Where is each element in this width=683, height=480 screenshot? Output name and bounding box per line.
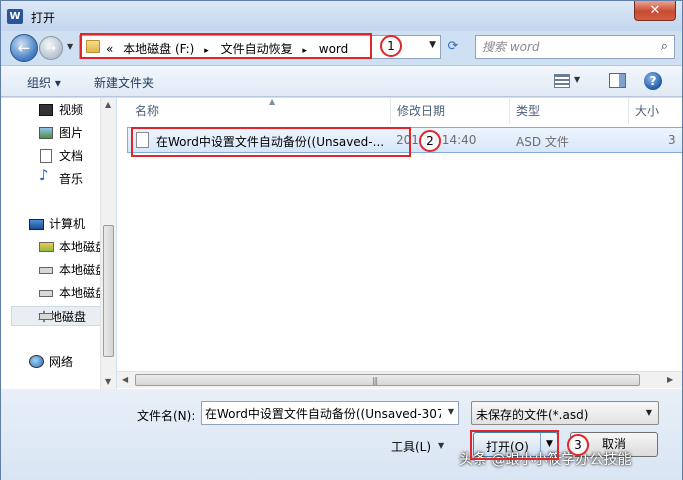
drive-icon xyxy=(39,267,53,274)
nav-item-computer[interactable]: 计算机 xyxy=(49,214,85,234)
annotation-number-2: 2 xyxy=(419,130,441,152)
picture-library-icon xyxy=(39,127,53,139)
new-folder-button[interactable]: 新建文件夹 xyxy=(94,74,154,91)
back-button[interactable]: ← xyxy=(10,34,38,62)
drive-icon xyxy=(39,313,53,320)
horizontal-scrollbar-thumb[interactable]: ||| xyxy=(135,374,640,386)
tools-button[interactable]: 工具(L) xyxy=(391,438,431,455)
horizontal-scrollbar[interactable]: ◀ ||| ▶ xyxy=(117,371,682,388)
navigation-pane: 视频 图片 文档 ♪ 音乐 计算机 本地磁盘 本地磁盘 本地磁盘 本地磁盘 网络… xyxy=(1,98,116,389)
navigation-scrollbar-thumb[interactable] xyxy=(103,225,114,357)
filename-label: 文件名(N): xyxy=(137,409,196,423)
view-options-icon[interactable] xyxy=(554,74,570,88)
address-dropdown-icon[interactable]: ▼ xyxy=(429,40,436,50)
scroll-right-icon[interactable]: ▶ xyxy=(667,375,673,384)
nav-item-documents[interactable]: 文档 xyxy=(59,146,83,166)
file-size: 3 xyxy=(668,133,676,147)
system-drive-icon xyxy=(39,242,54,252)
command-bar: 组织 ▾ 新建文件夹 ▼ ? xyxy=(1,65,682,97)
nav-item-pictures[interactable]: 图片 xyxy=(59,123,83,143)
title-bar: W 打开 ✕ xyxy=(1,1,682,31)
annotation-box-file xyxy=(131,127,411,157)
navigation-scrollbar[interactable]: ▲ ▼ xyxy=(100,98,116,389)
annotation-box-open xyxy=(470,430,559,460)
forward-button[interactable]: → xyxy=(39,36,63,60)
filename-combobox[interactable]: ▼ xyxy=(201,401,459,425)
column-header-modified[interactable]: 修改日期 xyxy=(391,98,510,124)
search-input[interactable] xyxy=(482,39,647,55)
preview-pane-icon[interactable] xyxy=(609,73,626,88)
close-button[interactable]: ✕ xyxy=(634,1,676,21)
word-app-icon: W xyxy=(7,9,23,24)
open-file-dialog: W 打开 ✕ ← → ▼ « 本地磁盘 (F:) ▸ 文件自动恢复 ▸ word… xyxy=(0,0,683,480)
organize-button[interactable]: 组织 ▾ xyxy=(27,74,61,91)
video-library-icon xyxy=(39,104,53,116)
column-name-label: 名称 xyxy=(135,104,160,118)
column-header-size[interactable]: 大小 xyxy=(629,98,682,124)
refresh-icon[interactable]: ⟳ xyxy=(443,39,463,57)
filetype-dropdown-icon: ▼ xyxy=(645,408,652,417)
filename-input[interactable] xyxy=(205,405,441,421)
music-library-icon: ♪ xyxy=(39,166,49,184)
search-icon[interactable]: ⌕ xyxy=(661,39,668,54)
window-title: 打开 xyxy=(31,11,56,25)
nav-item-drive-f[interactable]: 本地磁盘 xyxy=(11,306,101,326)
filetype-value: 未保存的文件(*.asd) xyxy=(476,408,589,422)
filename-dropdown-icon[interactable]: ▼ xyxy=(448,407,454,416)
document-library-icon xyxy=(40,149,52,163)
nav-item-videos[interactable]: 视频 xyxy=(59,100,83,120)
annotation-box-address xyxy=(80,33,372,59)
drive-icon xyxy=(39,290,53,297)
history-dropdown-icon[interactable]: ▼ xyxy=(67,42,73,51)
file-type: ASD 文件 xyxy=(516,135,569,149)
column-header-type[interactable]: 类型 xyxy=(510,98,629,124)
computer-icon xyxy=(29,219,44,230)
filetype-select[interactable]: 未保存的文件(*.asd) ▼ xyxy=(471,401,659,425)
scroll-down-icon[interactable]: ▼ xyxy=(105,377,111,386)
view-dropdown-icon[interactable]: ▼ xyxy=(574,75,580,84)
network-icon xyxy=(29,355,44,368)
nav-item-network[interactable]: 网络 xyxy=(49,352,73,372)
scrollbar-grip-icon: ||| xyxy=(372,376,378,385)
tools-dropdown-icon[interactable]: ▼ xyxy=(438,441,444,450)
annotation-number-3: 3 xyxy=(567,434,589,456)
nav-item-music[interactable]: 音乐 xyxy=(59,169,83,189)
scroll-up-icon[interactable]: ▲ xyxy=(105,100,111,109)
annotation-number-1: 1 xyxy=(380,35,402,57)
scroll-left-icon[interactable]: ◀ xyxy=(122,375,128,384)
column-header-name[interactable]: 名称 ▲ xyxy=(129,97,391,124)
sort-ascending-icon: ▲ xyxy=(269,97,276,106)
search-box[interactable]: ⌕ xyxy=(475,35,675,59)
help-icon[interactable]: ? xyxy=(644,72,662,90)
